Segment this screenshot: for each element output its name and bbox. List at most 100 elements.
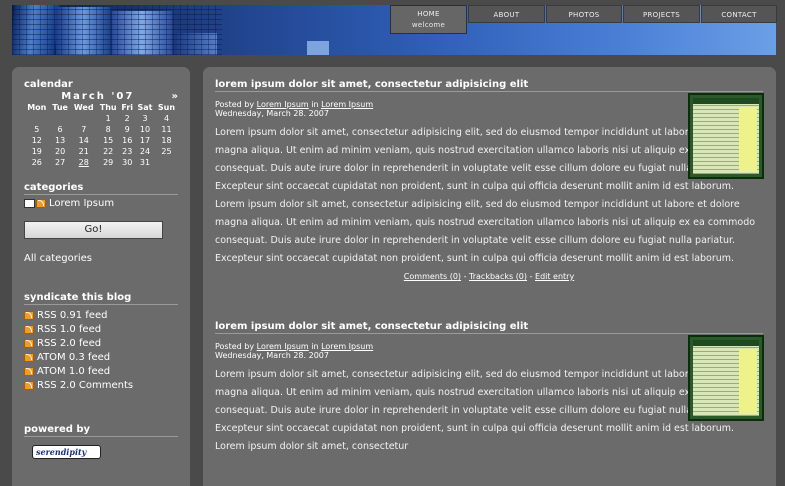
category-link[interactable]: Lorem Ipsum xyxy=(321,342,373,351)
all-categories-link[interactable]: All categories xyxy=(24,253,178,264)
feed-item: RSS 1.0 feed xyxy=(24,322,178,336)
top-navigation: HOME welcome ABOUT PHOTOS PROJECTS CONTA… xyxy=(390,5,778,34)
calendar-day xyxy=(71,113,97,124)
calendar-weekday: Mon xyxy=(27,103,47,112)
nav-home-sublabel: welcome xyxy=(411,21,446,29)
syndicate-title: syndicate this blog xyxy=(24,292,178,305)
entry-meta: Posted by Lorem Ipsum in Lorem Ipsum Wed… xyxy=(215,100,764,118)
calendar-day: 25 xyxy=(161,147,172,156)
separator: - xyxy=(463,272,467,281)
author-link[interactable]: Lorem Ipsum xyxy=(257,342,309,351)
author-link[interactable]: Lorem Ipsum xyxy=(257,100,309,109)
calendar-day: 29 xyxy=(103,158,114,167)
entry-title[interactable]: lorem ipsum dolor sit amet, consectetur … xyxy=(215,79,763,92)
xml-feed-icon[interactable] xyxy=(24,324,34,334)
xml-feed-icon[interactable] xyxy=(24,366,34,376)
calendar-day xyxy=(24,113,50,124)
nav-photos[interactable]: PHOTOS xyxy=(546,5,622,23)
calendar-day: 31 xyxy=(139,158,151,167)
calendar-day: 11 xyxy=(161,125,172,134)
calendar-day: 14 xyxy=(78,136,89,145)
calendar-day: 15 xyxy=(103,136,114,145)
nav-contact[interactable]: CONTACT xyxy=(701,5,777,23)
calendar-day: 8 xyxy=(105,125,111,134)
calendar-day: 21 xyxy=(78,147,89,156)
calendar-day: 1 xyxy=(105,114,111,123)
calendar-day: 24 xyxy=(139,147,151,156)
calendar-day: 20 xyxy=(54,147,66,156)
feed-link[interactable]: RSS 1.0 feed xyxy=(37,324,101,335)
edit-entry-link[interactable]: Edit entry xyxy=(535,272,574,281)
feed-item: RSS 0.91 feed xyxy=(24,308,178,322)
entry-body: Lorem ipsum dolor sit amet, consectetur … xyxy=(215,127,756,264)
xml-feed-icon[interactable] xyxy=(24,338,34,348)
calendar-weekday: Tue xyxy=(52,103,68,112)
entry-title[interactable]: lorem ipsum dolor sit amet, consectetur … xyxy=(215,321,763,334)
calendar-day xyxy=(50,113,71,124)
feed-item: RSS 2.0 Comments xyxy=(24,378,178,392)
nav-about[interactable]: ABOUT xyxy=(468,5,545,23)
nav-home[interactable]: HOME welcome xyxy=(390,5,467,34)
calendar: March '07 » Mon Tue Wed Thu Fri Sat Sun 123456… xyxy=(24,91,178,168)
calendar-weekday: Fri xyxy=(121,103,134,112)
category-link[interactable]: Lorem Ipsum xyxy=(321,100,373,109)
xml-feed-icon[interactable] xyxy=(24,310,34,320)
calendar-next-month-link[interactable]: » xyxy=(172,91,178,102)
entry-body: Lorem ipsum dolor sit amet, consectetur … xyxy=(215,369,756,452)
skyscraper-image xyxy=(307,41,329,55)
entry-thumbnail-image[interactable] xyxy=(688,335,764,421)
calendar-day: 19 xyxy=(31,147,42,156)
entry-footer: Comments (0) - Trackbacks (0) - Edit ent… xyxy=(215,272,763,281)
calendar-day xyxy=(155,157,178,168)
feed-list: RSS 0.91 feed RSS 1.0 feed RSS 2.0 feed ATO… xyxy=(24,308,178,392)
posted-by-label: Posted by xyxy=(215,342,255,351)
feed-item: RSS 2.0 feed xyxy=(24,336,178,350)
serendipity-logo-button[interactable]: serendipity xyxy=(32,445,102,459)
feed-link[interactable]: RSS 2.0 feed xyxy=(37,338,101,349)
feed-link[interactable]: ATOM 0.3 feed xyxy=(37,352,110,363)
category-link[interactable]: Lorem Ipsum xyxy=(49,198,114,209)
calendar-day: 6 xyxy=(57,125,63,134)
sidebar: calendar March '07 » Mon Tue Wed Thu Fri Sat S… xyxy=(12,67,190,486)
calendar-weekday: Thu xyxy=(99,103,117,112)
feed-link[interactable]: ATOM 1.0 feed xyxy=(37,366,110,377)
calendar-day: 22 xyxy=(103,147,114,156)
xml-feed-icon[interactable] xyxy=(24,380,34,390)
feed-link[interactable]: RSS 0.91 feed xyxy=(37,310,107,321)
calendar-day: 18 xyxy=(161,136,172,145)
calendar-week-row: 19 20 21 22 23 24 25 xyxy=(24,146,178,157)
calendar-day: 17 xyxy=(139,136,151,145)
trackbacks-link[interactable]: Trackbacks (0) xyxy=(469,272,527,281)
calendar-weekday: Wed xyxy=(73,103,94,112)
calendar-day: 13 xyxy=(54,136,66,145)
calendar-day: 27 xyxy=(54,158,66,167)
entry-date: Wednesday, March 28. 2007 xyxy=(215,109,329,118)
powered-by-title: powered by xyxy=(24,424,178,437)
go-button[interactable]: Go! xyxy=(24,221,163,239)
category-checkbox[interactable] xyxy=(24,199,35,208)
calendar-header: March '07 » xyxy=(24,91,178,102)
posted-by-label: Posted by xyxy=(215,100,255,109)
calendar-day-link[interactable]: 28 xyxy=(71,157,97,168)
calendar-week-row: 1 2 3 4 xyxy=(24,113,178,124)
calendar-day: 3 xyxy=(142,114,148,123)
feed-link[interactable]: RSS 2.0 Comments xyxy=(37,380,133,391)
rss-icon[interactable] xyxy=(36,199,46,208)
calendar-day: 30 xyxy=(122,158,133,167)
xml-feed-icon[interactable] xyxy=(24,352,34,362)
calendar-grid: Mon Tue Wed Thu Fri Sat Sun 1 2 3 4 5 6 7 8 9 10 11 12 13 1… xyxy=(24,102,178,168)
categories-title: categories xyxy=(24,182,178,195)
separator: - xyxy=(529,272,533,281)
calendar-day: 26 xyxy=(31,158,42,167)
entry-thumbnail-image[interactable] xyxy=(688,93,764,179)
comments-link[interactable]: Comments (0) xyxy=(404,272,461,281)
nav-projects[interactable]: PROJECTS xyxy=(623,5,700,23)
calendar-day: 12 xyxy=(31,136,42,145)
calendar-day: 10 xyxy=(139,125,151,134)
calendar-week-row: 5 6 7 8 9 10 11 xyxy=(24,124,178,135)
blog-entry: lorem ipsum dolor sit amet, consectetur … xyxy=(215,79,764,281)
in-label: in xyxy=(311,100,319,109)
calendar-day: 9 xyxy=(124,125,130,134)
entry-date: Wednesday, March 28. 2007 xyxy=(215,351,329,360)
calendar-day: 7 xyxy=(81,125,87,134)
